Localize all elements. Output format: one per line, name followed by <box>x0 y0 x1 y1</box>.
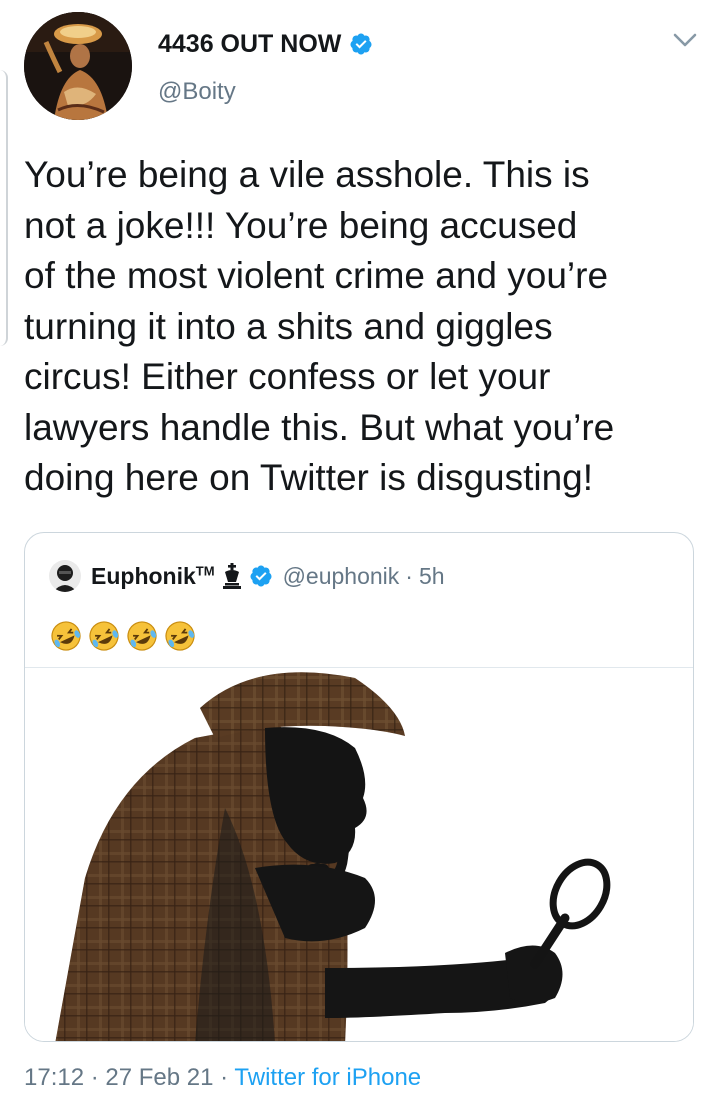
author-name[interactable]: 4436 OUT NOW <box>158 30 341 59</box>
trademark-mark: TM <box>195 562 215 578</box>
laughing-emoji-icon <box>165 621 195 651</box>
author-avatar[interactable] <box>24 12 132 120</box>
quoted-author-name: EuphonikTM <box>91 563 215 590</box>
quoted-author-name-text: Euphonik <box>91 562 196 589</box>
quoted-tweet-header: EuphonikTM @euphonik · 5h <box>49 559 445 593</box>
verified-badge-icon <box>350 33 372 55</box>
verified-badge-icon <box>250 565 272 587</box>
author-name-row[interactable]: 4436 OUT NOW <box>158 26 373 62</box>
chess-king-icon <box>222 563 241 589</box>
separator-dot: · <box>220 1064 229 1091</box>
chevron-down-icon[interactable] <box>672 30 698 50</box>
separator-dot: · <box>90 1064 99 1091</box>
tweet-source-link[interactable]: Twitter for iPhone <box>234 1064 421 1091</box>
laughing-emoji-icon <box>51 621 81 651</box>
quoted-author-handle: @euphonik <box>282 562 400 589</box>
quoted-tweet-image[interactable] <box>25 667 693 1041</box>
quoted-tweet-age: 5h <box>418 562 445 589</box>
quoted-author-avatar <box>49 560 81 592</box>
tweet-footer: 17:12 · 27 Feb 21 · Twitter for iPhone <box>24 1064 421 1092</box>
tweet-date: 27 Feb 21 <box>105 1064 214 1091</box>
tweet-text: You’re being a vile asshole. This is not… <box>24 154 615 498</box>
quoted-tweet-emojis <box>49 619 197 653</box>
separator-dot: · <box>405 562 413 589</box>
quoted-tweet-card[interactable]: EuphonikTM @euphonik · 5h <box>24 532 694 1042</box>
thread-edge-line <box>0 70 8 346</box>
laughing-emoji-icon <box>89 621 119 651</box>
tweet-time: 17:12 <box>24 1064 85 1091</box>
author-handle[interactable]: @Boity <box>158 78 236 106</box>
laughing-emoji-icon <box>127 621 157 651</box>
